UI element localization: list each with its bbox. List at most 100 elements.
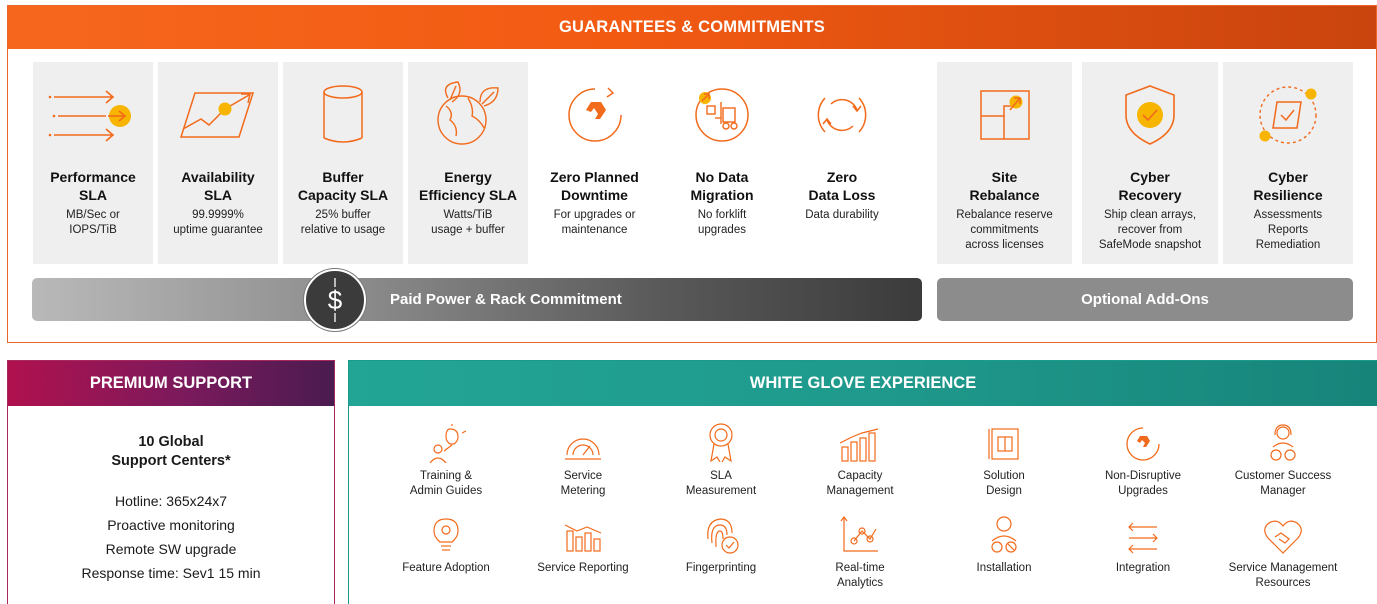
premium-line-response: Response time: Sev1 15 min xyxy=(81,565,261,581)
card-description: Ship clean arrays, recover from SafeMode… xyxy=(1098,209,1202,251)
card-description: Data durability xyxy=(805,209,879,221)
ribbon-icon xyxy=(651,419,791,463)
card-performance-sla: Performance SLA MB/Sec or IOPS/TiB xyxy=(33,62,153,264)
arrows-exchange-icon xyxy=(1073,511,1213,555)
logo-circle-icon xyxy=(532,76,657,154)
premium-line-upgrade: Remote SW upgrade xyxy=(105,541,237,557)
card-title: Site Rebalance xyxy=(969,169,1040,203)
wg-item-non-disruptive-upgrades: Non-Disruptive Upgrades xyxy=(1073,419,1213,499)
premium-line-hotline: Hotline: 365x24x7 xyxy=(114,493,228,509)
lightbulb-person-icon xyxy=(376,419,516,463)
shield-check-icon xyxy=(1082,76,1218,154)
logo-circle-icon xyxy=(1073,419,1213,463)
card-energy-efficiency-sla: Energy Efficiency SLA Watts/TiB usage + … xyxy=(408,62,528,264)
card-description: Watts/TiB usage + buffer xyxy=(431,209,505,236)
wg-item-service-management: Service Management Resources xyxy=(1213,511,1353,591)
card-availability-sla: Availability SLA 99.9999% uptime guarant… xyxy=(158,62,278,264)
wg-label: Customer Success Manager xyxy=(1234,470,1332,497)
card-zero-planned-downtime: Zero Planned Downtime For upgrades or ma… xyxy=(532,62,657,264)
wg-label: Real-time Analytics xyxy=(835,562,885,589)
card-cyber-resilience: Cyber Resilience Assessments Reports Rem… xyxy=(1223,62,1353,264)
optional-addons-label: Optional Add-Ons xyxy=(1081,291,1209,308)
guarantees-panel: GUARANTEES & COMMITMENTS Performance SLA… xyxy=(7,5,1377,343)
wg-label: Service Management Resources xyxy=(1228,562,1338,589)
wg-item-feature-adoption: Feature Adoption xyxy=(376,511,516,576)
card-title: Zero Planned Downtime xyxy=(550,169,639,203)
wg-item-service-metering: Service Metering xyxy=(513,419,653,499)
wg-item-installation: Installation xyxy=(934,511,1074,576)
premium-support-header: PREMIUM SUPPORT xyxy=(8,361,334,406)
card-description: No forklift upgrades xyxy=(697,209,747,236)
wg-item-capacity-management: Capacity Management xyxy=(790,419,930,499)
bulb-gear-icon xyxy=(376,511,516,555)
wg-item-sla-measurement: SLA Measurement xyxy=(651,419,791,499)
fingerprint-icon xyxy=(651,511,791,555)
gauge-icon xyxy=(513,419,653,463)
wg-label: Service Metering xyxy=(560,470,606,497)
wg-label: SLA Measurement xyxy=(685,470,757,497)
card-title: Energy Efficiency SLA xyxy=(418,169,518,203)
card-description: 25% buffer relative to usage xyxy=(300,209,386,236)
white-glove-header: WHITE GLOVE EXPERIENCE xyxy=(349,361,1377,406)
card-description: Assessments Reports Remediation xyxy=(1253,209,1323,251)
card-zero-data-loss: Zero Data Loss Data durability xyxy=(787,62,897,264)
wg-label: Training & Admin Guides xyxy=(409,470,483,497)
card-description: MB/Sec or IOPS/TiB xyxy=(66,209,120,236)
wg-label: Fingerprinting xyxy=(685,562,757,574)
card-title: Buffer Capacity SLA xyxy=(297,169,389,203)
wg-label: Integration xyxy=(1115,562,1171,574)
dollar-icon: $ xyxy=(304,269,366,331)
card-title: Performance SLA xyxy=(50,169,136,203)
wg-label: Solution Design xyxy=(983,470,1025,497)
person-gears-icon xyxy=(934,511,1074,555)
card-title: Availability SLA xyxy=(181,169,255,203)
blueprint-icon xyxy=(934,419,1074,463)
wg-label: Non-Disruptive Upgrades xyxy=(1104,470,1182,497)
wg-item-service-reporting: Service Reporting xyxy=(513,511,653,576)
cylinder-icon xyxy=(283,76,403,154)
card-buffer-capacity-sla: Buffer Capacity SLA 25% buffer relative … xyxy=(283,62,403,264)
premium-line-monitoring: Proactive monitoring xyxy=(107,517,235,533)
white-glove-panel: WHITE GLOVE EXPERIENCE Training & Admin … xyxy=(348,360,1377,604)
rebalance-icon xyxy=(937,76,1072,154)
wg-label: Service Reporting xyxy=(537,562,629,574)
arrows-target-icon xyxy=(33,76,153,154)
card-description: For upgrades or maintenance xyxy=(553,209,636,236)
card-site-rebalance: Site Rebalance Rebalance reserve commitm… xyxy=(937,62,1072,264)
heart-handshake-icon xyxy=(1213,511,1353,555)
wg-item-integration: Integration xyxy=(1073,511,1213,576)
card-title: Zero Data Loss xyxy=(808,169,876,203)
card-title: Cyber Resilience xyxy=(1253,169,1323,203)
optional-addons-bar: Optional Add-Ons xyxy=(937,278,1353,321)
card-description: Rebalance reserve commitments across lic… xyxy=(956,209,1053,251)
paid-power-rack-label: Paid Power & Rack Commitment xyxy=(390,291,622,308)
wg-label: Capacity Management xyxy=(826,470,894,497)
forklift-icon xyxy=(667,76,777,154)
analytics-chart-icon xyxy=(790,511,930,555)
circular-arrows-icon xyxy=(787,76,897,154)
wg-item-realtime-analytics: Real-time Analytics xyxy=(790,511,930,591)
wg-label: Feature Adoption xyxy=(402,562,490,574)
wg-item-customer-success: Customer Success Manager xyxy=(1213,419,1353,499)
wg-item-fingerprinting: Fingerprinting xyxy=(651,511,791,576)
card-description: 99.9999% uptime guarantee xyxy=(173,209,263,236)
premium-support-panel: PREMIUM SUPPORT 10 Global Support Center… xyxy=(7,360,335,604)
card-cyber-recovery: Cyber Recovery Ship clean arrays, recove… xyxy=(1082,62,1218,264)
paid-power-rack-bar: Paid Power & Rack Commitment xyxy=(32,278,922,321)
wg-item-training: Training & Admin Guides xyxy=(376,419,516,499)
dollar-symbol: $ xyxy=(328,285,343,315)
wg-item-solution-design: Solution Design xyxy=(934,419,1074,499)
card-title: Cyber Recovery xyxy=(1118,169,1182,203)
uptime-graph-icon xyxy=(158,76,278,154)
bar-report-icon xyxy=(513,511,653,555)
globe-leaves-icon xyxy=(408,76,528,154)
premium-support-list: Hotline: 365x24x7 Proactive monitoring R… xyxy=(8,489,334,585)
guarantees-header: GUARANTEES & COMMITMENTS xyxy=(8,6,1376,49)
support-centers-heading: 10 Global Support Centers* xyxy=(111,434,231,469)
card-no-data-migration: No Data Migration No forklift upgrades xyxy=(667,62,777,264)
bar-growth-icon xyxy=(790,419,930,463)
card-title: No Data Migration xyxy=(690,169,754,203)
dashed-circle-check-icon xyxy=(1223,76,1353,154)
wg-label: Installation xyxy=(976,562,1032,574)
headset-people-icon xyxy=(1213,419,1353,463)
